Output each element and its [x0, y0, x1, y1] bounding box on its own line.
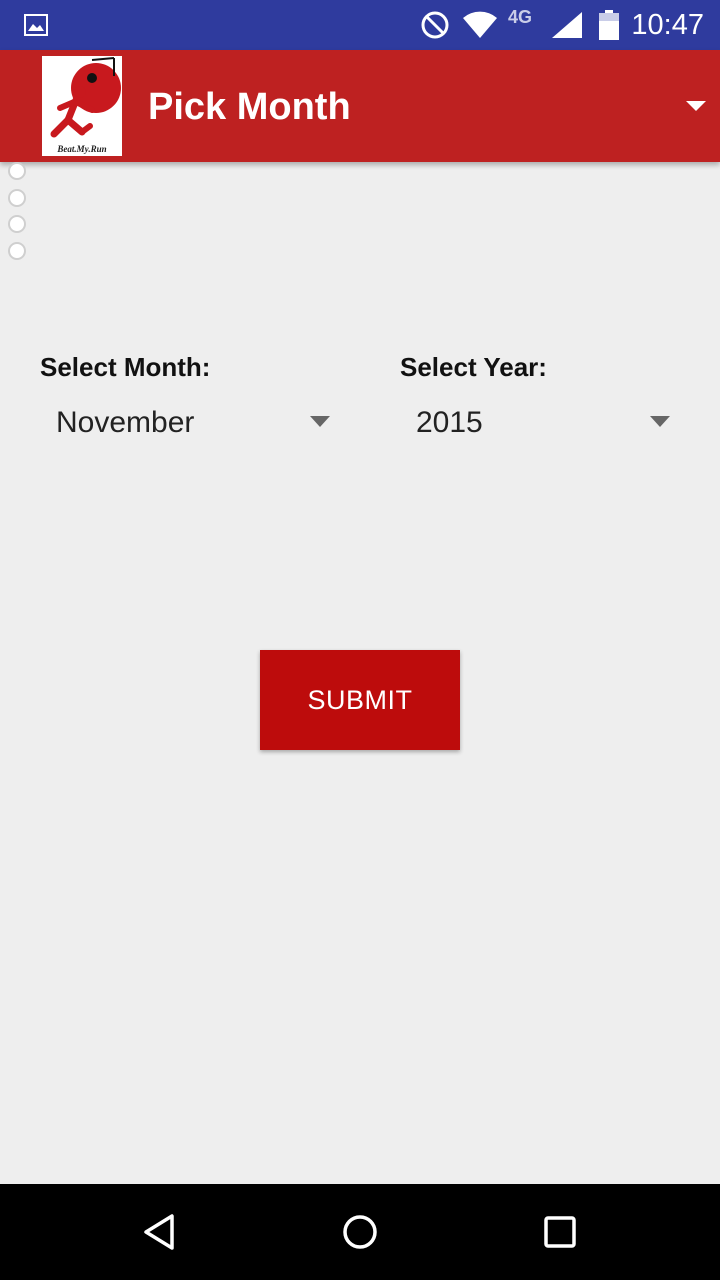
- month-label: Select Month:: [40, 352, 211, 382]
- app-logo[interactable]: Beat.My.Run: [42, 56, 122, 156]
- radio-button[interactable]: [8, 188, 26, 207]
- network-type-label: 4G: [508, 6, 533, 27]
- radio-group: [8, 162, 26, 268]
- year-label: Select Year:: [400, 352, 547, 382]
- month-spinner[interactable]: November: [40, 398, 340, 448]
- logo-caption: Beat.My.Run: [56, 144, 106, 154]
- month-value: November: [56, 406, 195, 439]
- app-bar: Beat.My.Run Pick Month: [0, 50, 720, 162]
- navigation-bar: [0, 1184, 720, 1280]
- chevron-down-icon: [650, 416, 670, 427]
- wifi-icon: [462, 0, 498, 50]
- chevron-down-icon: [310, 416, 330, 427]
- submit-button[interactable]: SUBMIT: [260, 650, 460, 750]
- image-icon: [24, 0, 48, 50]
- home-icon[interactable]: [300, 1184, 420, 1280]
- battery-icon: [598, 0, 620, 50]
- year-value: 2015: [416, 406, 483, 439]
- year-spinner[interactable]: 2015: [400, 398, 690, 448]
- do-not-disturb-icon: [420, 0, 450, 50]
- radio-button[interactable]: [8, 162, 26, 180]
- dropdown-triangle-icon[interactable]: [684, 96, 708, 116]
- cell-signal-icon: [550, 0, 584, 50]
- radio-button[interactable]: [8, 215, 26, 233]
- radio-button[interactable]: [8, 241, 26, 260]
- back-icon[interactable]: [100, 1184, 220, 1280]
- page-title: Pick Month: [148, 86, 351, 128]
- status-bar: 4G 10:47: [0, 0, 720, 50]
- status-time: 10:47: [631, 9, 704, 41]
- recents-icon[interactable]: [500, 1184, 620, 1280]
